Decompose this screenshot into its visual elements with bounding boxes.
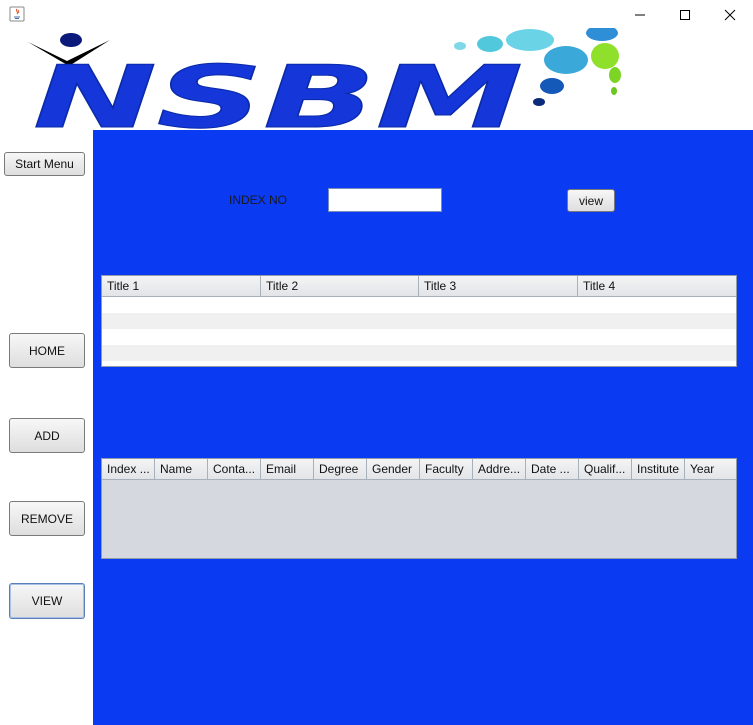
column-header[interactable]: Title 3 <box>419 276 578 296</box>
column-header[interactable]: Conta... <box>208 459 261 479</box>
index-no-input[interactable] <box>328 188 442 212</box>
table-row[interactable] <box>102 297 736 313</box>
table-header: Title 1 Title 2 Title 3 Title 4 <box>102 276 736 297</box>
column-header[interactable]: Gender <box>367 459 420 479</box>
close-icon[interactable] <box>707 0 753 30</box>
column-header[interactable]: Title 2 <box>261 276 419 296</box>
view-nav-button[interactable]: VIEW <box>9 583 85 619</box>
column-header[interactable]: Year <box>685 459 736 479</box>
start-menu-button[interactable]: Start Menu <box>4 152 85 176</box>
column-header[interactable]: Title 4 <box>578 276 736 296</box>
results-table: Title 1 Title 2 Title 3 Title 4 <box>101 275 737 367</box>
column-header[interactable]: Degree <box>314 459 367 479</box>
title-bar <box>0 0 753 30</box>
table-header: Index ... Name Conta... Email Degree Gen… <box>102 459 736 480</box>
student-table: Index ... Name Conta... Email Degree Gen… <box>101 458 737 559</box>
column-header[interactable]: Date ... <box>526 459 579 479</box>
column-header[interactable]: Faculty <box>420 459 473 479</box>
view-button[interactable]: view <box>567 189 615 212</box>
maximize-icon[interactable] <box>662 0 708 30</box>
column-header[interactable]: Name <box>155 459 208 479</box>
column-header[interactable]: Email <box>261 459 314 479</box>
column-header[interactable]: Title 1 <box>102 276 261 296</box>
content-panel <box>93 130 753 725</box>
column-header[interactable]: Qualif... <box>579 459 632 479</box>
index-no-label: INDEX NO <box>229 193 288 207</box>
column-header[interactable]: Index ... <box>102 459 155 479</box>
table-row[interactable] <box>102 313 736 329</box>
remove-button[interactable]: REMOVE <box>9 501 85 536</box>
column-header[interactable]: Addre... <box>473 459 526 479</box>
java-app-icon <box>9 6 25 22</box>
home-button[interactable]: HOME <box>9 333 85 368</box>
minimize-icon[interactable] <box>617 0 663 30</box>
add-button[interactable]: ADD <box>9 418 85 453</box>
table-row[interactable] <box>102 345 736 361</box>
column-header[interactable]: Institute <box>632 459 685 479</box>
table-row[interactable] <box>102 329 736 345</box>
nsbm-logo: NSBM <box>25 25 630 149</box>
logo-text: NSBM <box>33 48 523 133</box>
table-empty-area <box>102 480 736 558</box>
